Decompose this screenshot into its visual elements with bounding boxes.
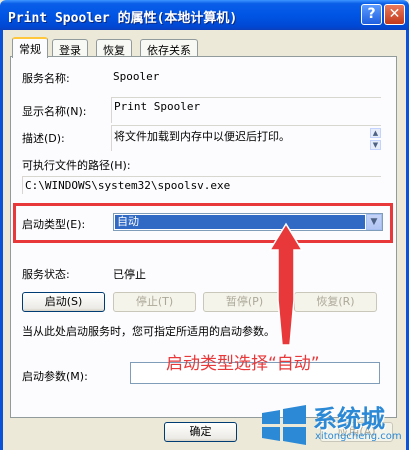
ok-button[interactable]: 确定 [164, 422, 237, 442]
watermark-logo: 系统城 xitongcheng.com [256, 395, 409, 450]
annotation-arrow [268, 222, 304, 346]
watermark-url: xitongcheng.com [315, 431, 402, 442]
windows-logo-icon [262, 405, 306, 445]
annotation-arrow-shape [268, 222, 304, 346]
annotation-text: 启动类型选择“自动” [166, 354, 320, 374]
watermark-name: 系统城 [313, 405, 385, 433]
tab-general[interactable]: 常规 [12, 37, 48, 58]
